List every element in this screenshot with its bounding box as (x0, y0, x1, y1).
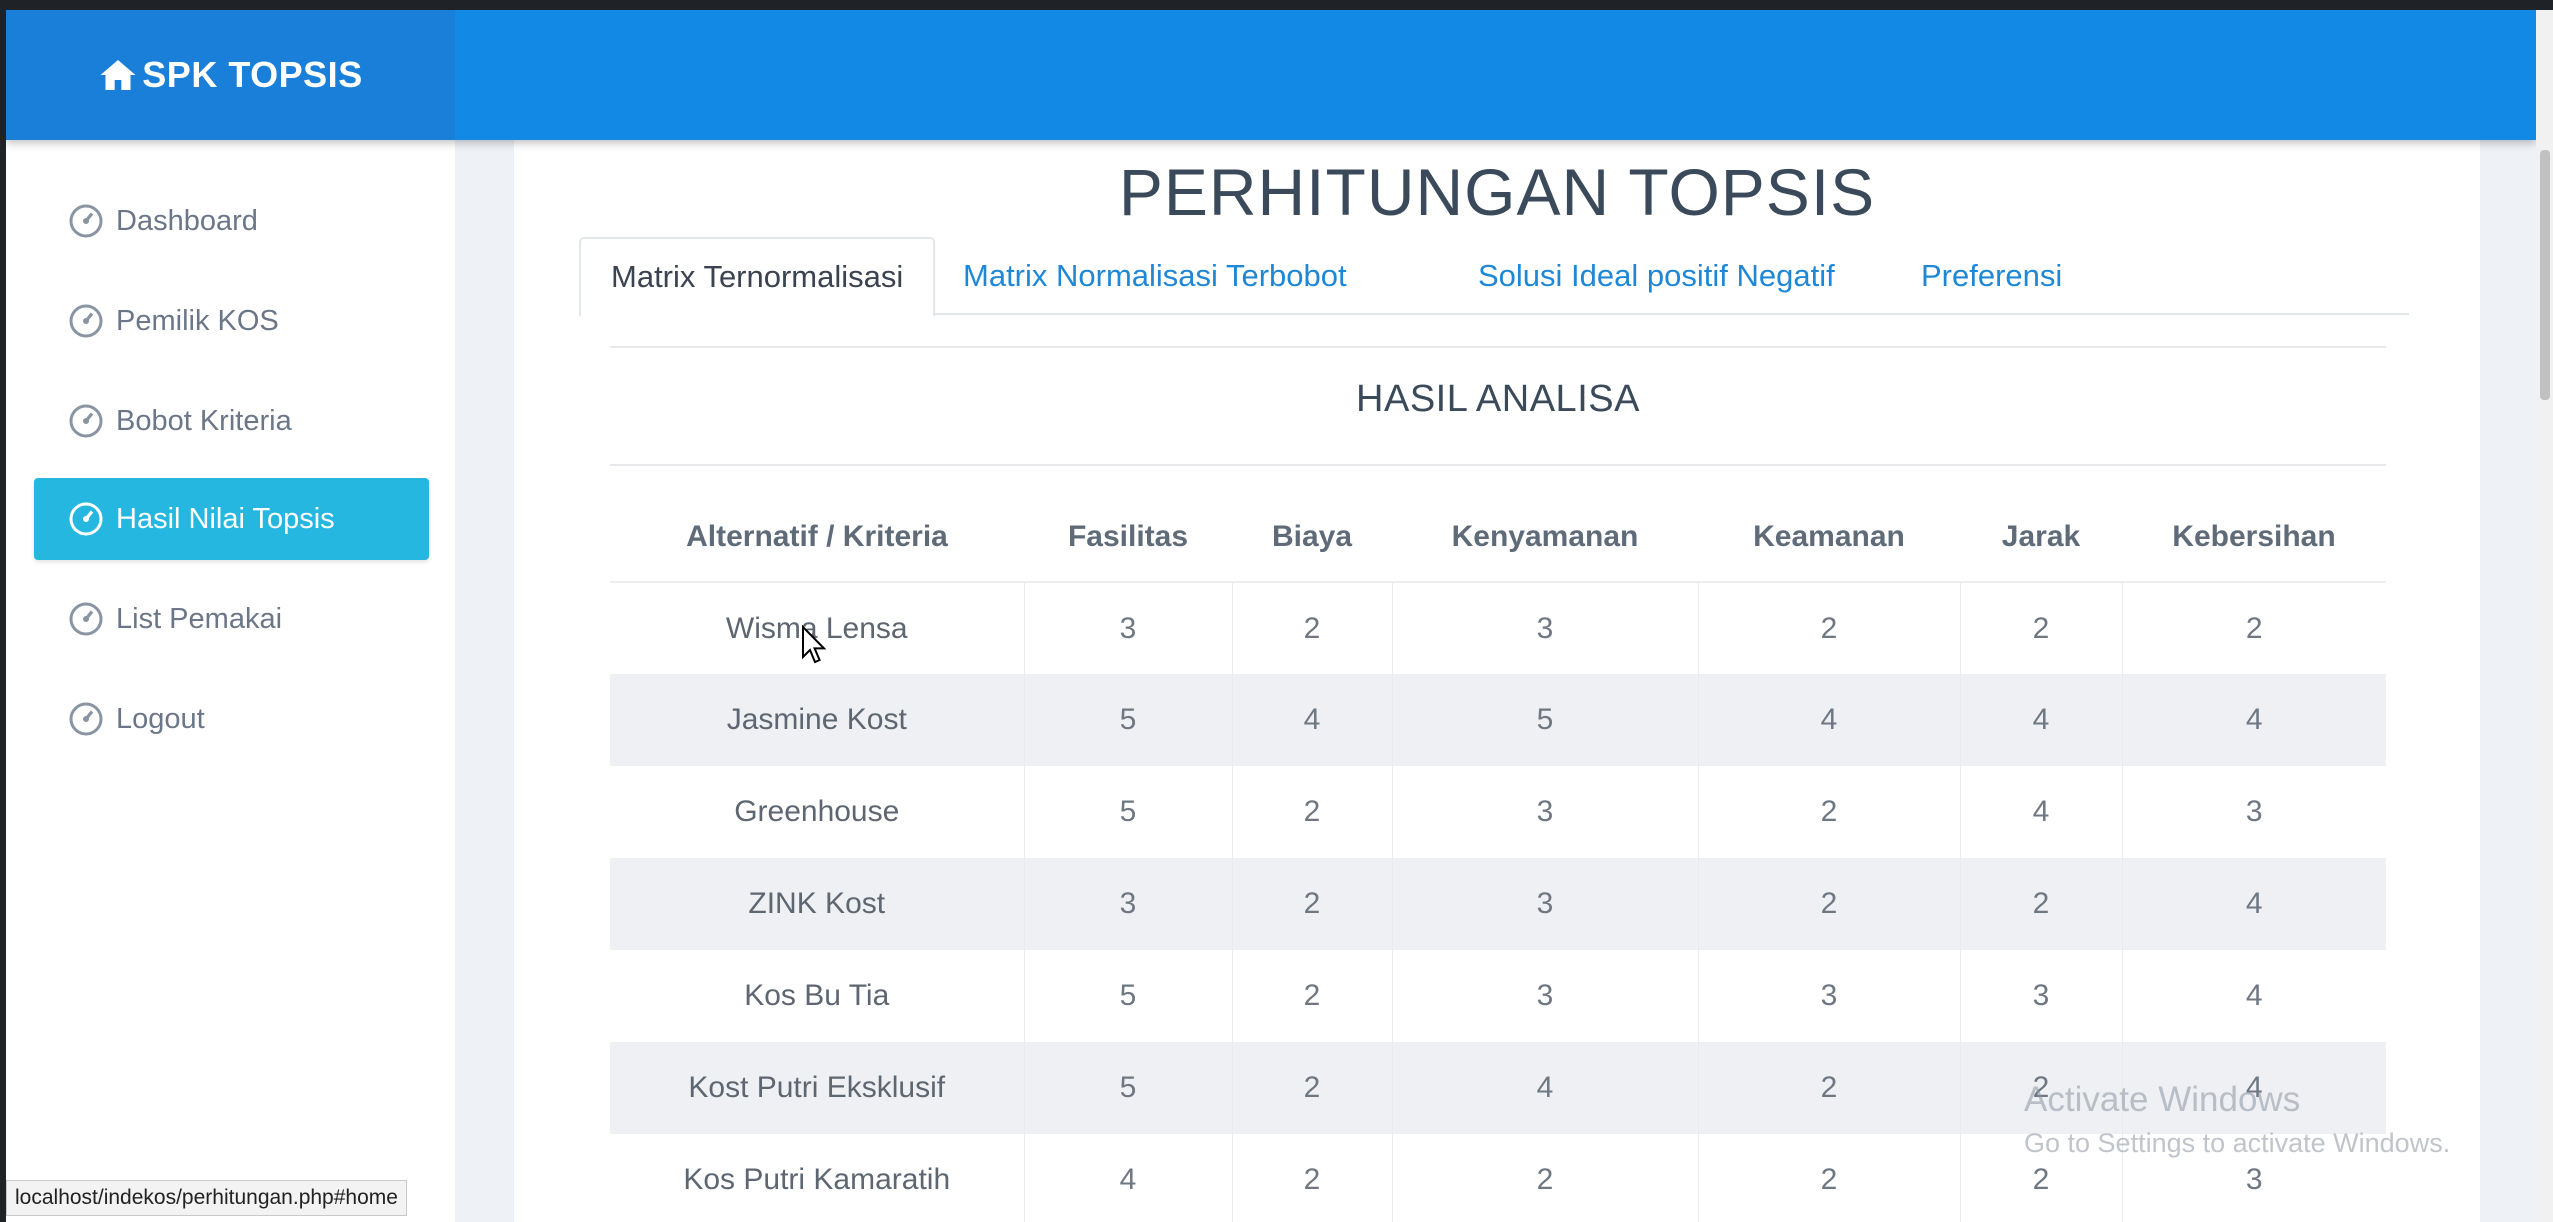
tab-bar: Matrix Ternormalisasi Matrix Normalisasi… (579, 237, 2409, 317)
table-cell: 5 (1023, 950, 1232, 1042)
table-row: Kos Bu Tia 5 2 3 3 3 4 (610, 950, 2386, 1042)
sidebar-item-logout[interactable]: Logout (34, 678, 429, 760)
table-cell: 4 (1231, 674, 1392, 766)
table-cell: 4 (1391, 1042, 1698, 1134)
sidebar-item-label: Logout (116, 702, 205, 735)
table-cell: 5 (1023, 766, 1232, 858)
brand-logo[interactable]: SPK TOPSIS (6, 10, 455, 140)
dashboard-icon (69, 404, 103, 438)
table-cell: 2 (1231, 1042, 1392, 1134)
sidebar-item-dashboard[interactable]: Dashboard (34, 180, 429, 262)
column-header: Biaya (1232, 492, 1392, 583)
table-cell: 2 (1697, 1042, 1960, 1134)
table-cell: 3 (1023, 858, 1232, 950)
sidebar-item-list-pemakai[interactable]: List Pemakai (34, 578, 429, 660)
sidebar-item-label: List Pemakai (116, 602, 283, 635)
table-cell: 5 (1391, 674, 1698, 766)
sidebar-item-label: Hasil Nilai Topsis (116, 502, 335, 535)
table-cell: Greenhouse (734, 795, 900, 828)
table-cell: 2 (1959, 582, 2122, 674)
table-cell: 2 (1231, 950, 1392, 1042)
tab-preferensi[interactable]: Preferensi (1921, 237, 2062, 315)
sidebar: Dashboard Pemilik KOS Bobot Kriteria Has… (6, 140, 455, 1222)
dashboard-icon (69, 204, 103, 238)
sidebar-item-label: Bobot Kriteria (116, 404, 292, 437)
home-icon (100, 60, 136, 90)
column-header: Kebersihan (2122, 492, 2386, 583)
sidebar-item-pemilik-kos[interactable]: Pemilik KOS (34, 280, 429, 362)
table-cell: 4 (1023, 1134, 1232, 1222)
content-card: PERHITUNGAN TOPSIS Matrix Ternormalisasi… (514, 140, 2480, 1222)
table-cell: 2 (1231, 858, 1392, 950)
dashboard-icon (69, 304, 103, 338)
dashboard-icon (69, 602, 103, 636)
divider (610, 346, 2386, 348)
table-cell: 2 (1697, 858, 1960, 950)
table-cell: 3 (1391, 582, 1698, 674)
sidebar-item-bobot-kriteria[interactable]: Bobot Kriteria (34, 380, 429, 462)
table-cell: 4 (2121, 858, 2386, 950)
sidebar-item-label: Pemilik KOS (116, 304, 279, 337)
table-cell: 5 (1023, 674, 1232, 766)
windows-activation-watermark: Activate Windows Go to Settings to activ… (2024, 1080, 2450, 1159)
table-cell: 2 (1959, 858, 2122, 950)
page-title: PERHITUNGAN TOPSIS (1118, 155, 1876, 229)
table-cell: 3 (1391, 858, 1698, 950)
column-header: Kenyamanan (1392, 492, 1698, 583)
column-header: Alternatif / Kriteria (610, 492, 1024, 583)
table-cell: Kos Putri Kamaratih (683, 1163, 951, 1196)
sidebar-item-hasil-nilai-topsis[interactable]: Hasil Nilai Topsis (34, 478, 429, 560)
table-cell: 4 (2121, 950, 2386, 1042)
table-cell: 4 (1959, 766, 2122, 858)
section-title: HASIL ANALISA (1356, 378, 1640, 420)
sidebar-item-label: Dashboard (116, 204, 258, 237)
table-cell: 2 (1231, 582, 1392, 674)
column-header: Jarak (1960, 492, 2122, 583)
table-cell: 2 (2121, 582, 2386, 674)
table-header-row: Alternatif / Kriteria Fasilitas Biaya Ke… (610, 492, 2386, 583)
table-cell: 2 (1231, 1134, 1392, 1222)
dashboard-icon (69, 702, 103, 736)
table-cell: 4 (1959, 674, 2122, 766)
table-row: Wisma Lensa 3 2 3 2 2 2 (610, 582, 2386, 674)
divider (610, 464, 2386, 466)
dashboard-icon (69, 502, 103, 536)
tab-solusi-ideal[interactable]: Solusi Ideal positif Negatif (1478, 237, 1835, 315)
table-cell: Kost Putri Eksklusif (610, 1042, 1024, 1134)
tab-matrix-normalisasi-terbobot[interactable]: Matrix Normalisasi Terbobot (963, 237, 1347, 315)
table-cell: Kos Bu Tia (744, 979, 890, 1012)
link-status-bar: localhost/indekos/perhitungan.php#home (6, 1180, 407, 1216)
brand-title: SPK TOPSIS (142, 54, 363, 95)
table-row: ZINK Kost 3 2 3 2 2 4 (610, 858, 2386, 950)
browser-viewport: SPK TOPSIS Dashboard Pemilik KOS Bobot K… (6, 10, 2536, 1222)
scrollbar-thumb[interactable] (2540, 150, 2550, 400)
table-cell: Jasmine Kost (610, 674, 1024, 766)
table-cell: 3 (1391, 950, 1698, 1042)
table-cell: 2 (1697, 582, 1960, 674)
table-cell: 4 (1697, 674, 1960, 766)
table-cell: 2 (1697, 766, 1960, 858)
table-cell: 2 (1391, 1134, 1698, 1222)
tab-matrix-ternormalisasi[interactable]: Matrix Ternormalisasi (579, 237, 936, 317)
watermark-title: Activate Windows (2024, 1080, 2301, 1119)
table-row: Greenhouse 5 2 3 2 4 3 (610, 766, 2386, 858)
table-cell: 3 (1391, 766, 1698, 858)
column-header: Keamanan (1698, 492, 1960, 583)
watermark-subtitle: Go to Settings to activate Windows. (2024, 1128, 2451, 1158)
table-cell: 5 (1023, 1042, 1232, 1134)
table-cell: 3 (1023, 582, 1232, 674)
table-cell: 3 (1697, 950, 1960, 1042)
mouse-cursor-icon (802, 625, 827, 664)
column-header: Fasilitas (1024, 492, 1232, 583)
top-navbar: SPK TOPSIS (6, 10, 2536, 140)
table-cell: ZINK Kost (610, 858, 1024, 950)
table-cell: 2 (1697, 1134, 1960, 1222)
table-cell: 3 (1959, 950, 2122, 1042)
table-cell: 3 (2121, 766, 2386, 858)
table-cell: 2 (1231, 766, 1392, 858)
table-cell: 4 (2121, 674, 2386, 766)
table-row: Jasmine Kost 5 4 5 4 4 4 (610, 674, 2386, 766)
